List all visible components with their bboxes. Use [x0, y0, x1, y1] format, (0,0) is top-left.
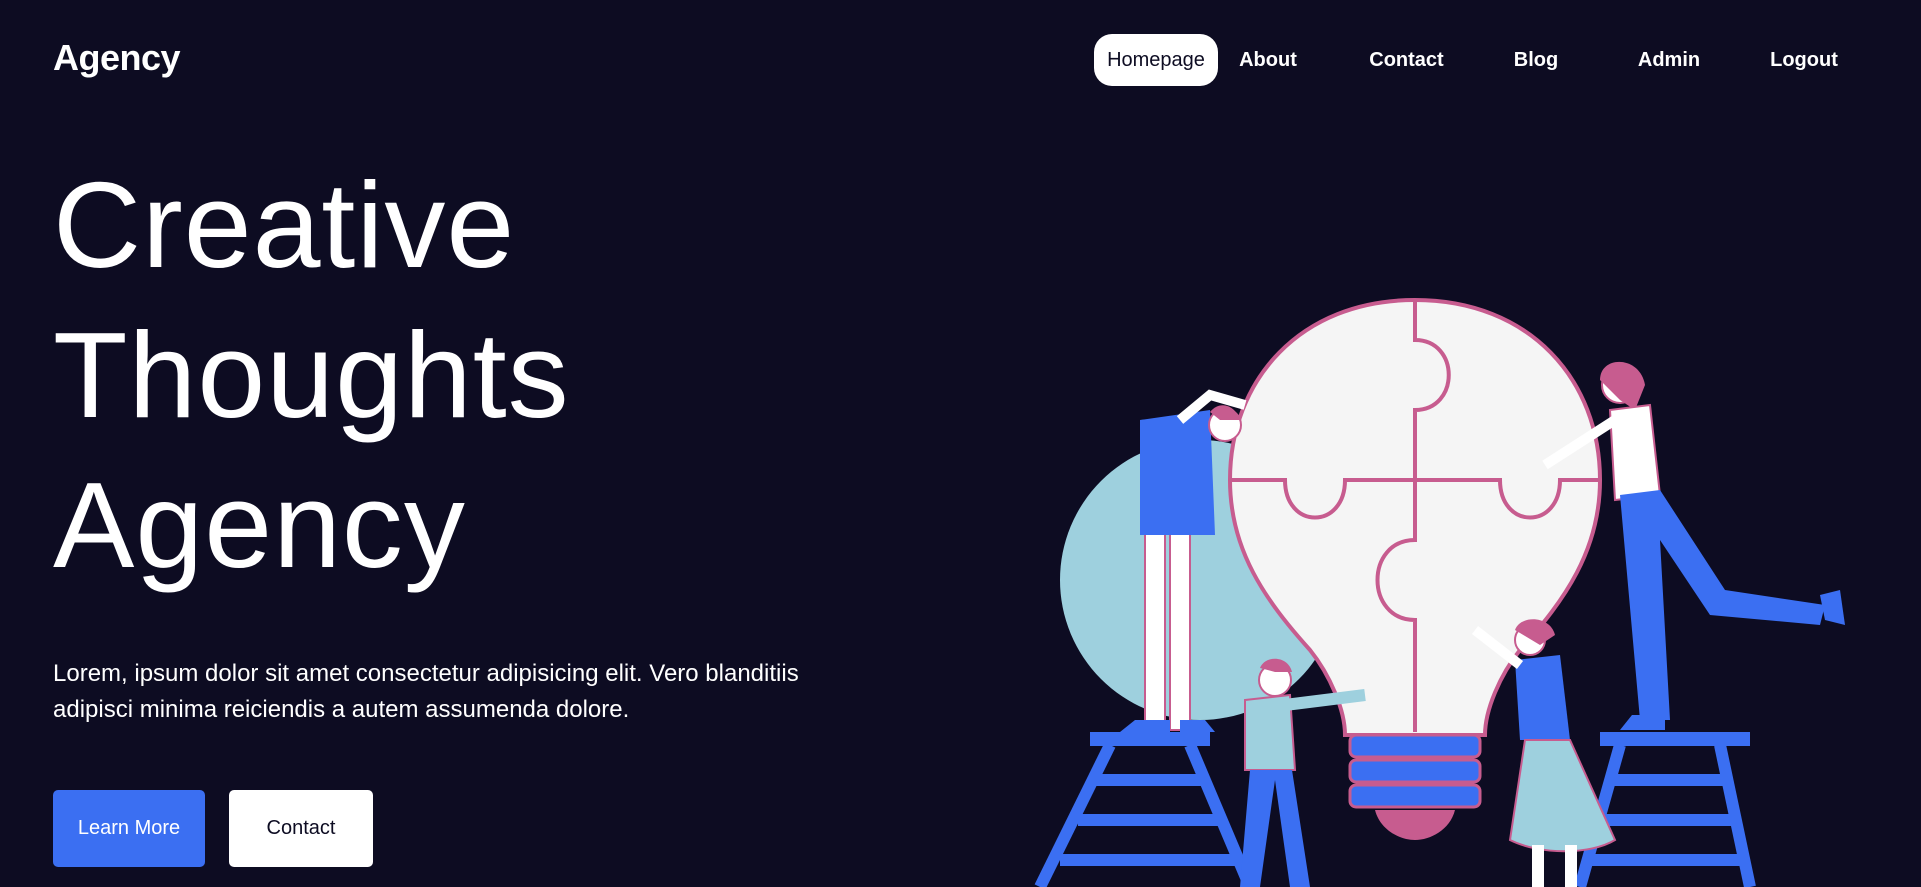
left-ladder [1034, 732, 1256, 887]
hero-title-line-3: Agency [53, 457, 466, 593]
nav-admin[interactable]: Admin [1634, 34, 1704, 86]
hero-title: Creative Thoughts Agency [53, 150, 570, 600]
nav-about[interactable]: About [1233, 34, 1303, 86]
page: Agency Homepage About Contact Blog Admin… [0, 0, 1902, 887]
nav-contact[interactable]: Contact [1364, 34, 1449, 86]
hero-description: Lorem, ipsum dolor sit amet consectetur … [53, 660, 799, 723]
hero-title-line-2: Thoughts [53, 307, 570, 443]
nav-logout[interactable]: Logout [1764, 34, 1844, 86]
nav-blog[interactable]: Blog [1506, 34, 1566, 86]
site-logo[interactable]: Agency [53, 37, 181, 79]
nav-homepage[interactable]: Homepage [1094, 34, 1218, 86]
learn-more-button[interactable]: Learn More [53, 790, 205, 867]
contact-button[interactable]: Contact [229, 790, 373, 867]
hero-title-line-1: Creative [53, 157, 516, 293]
main-nav: Homepage About Contact Blog Admin Logout [1094, 34, 1854, 86]
teamwork-lightbulb-illustration [1034, 297, 1845, 887]
right-ladder [1574, 732, 1756, 887]
